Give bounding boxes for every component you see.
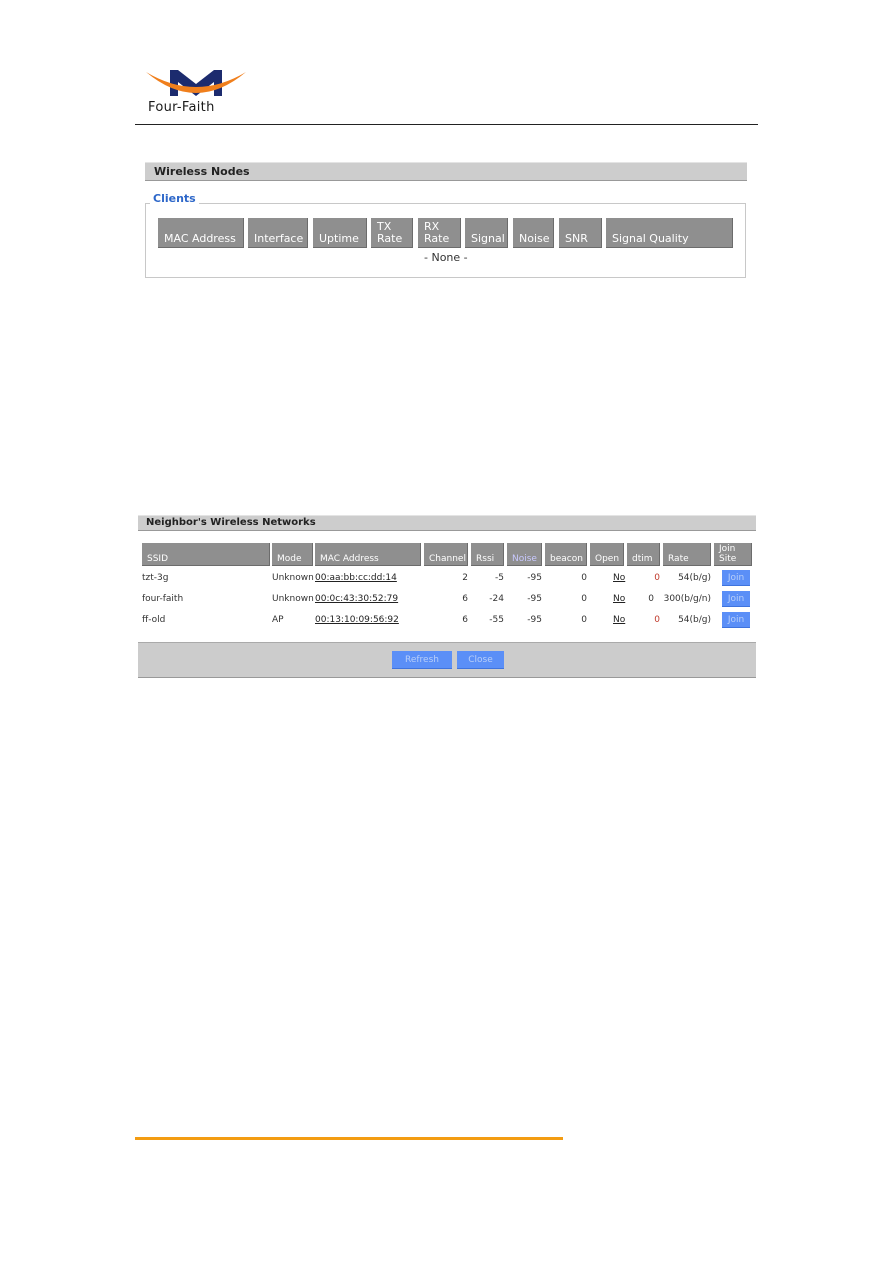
- header-line2: Rate: [668, 554, 689, 564]
- header-line2: SNR: [565, 232, 588, 245]
- header-line2: Interface: [254, 232, 304, 245]
- header-line2: SSID: [147, 554, 169, 564]
- clients-header-mac-address[interactable]: MAC Address: [158, 218, 244, 248]
- open-link[interactable]: No: [613, 614, 625, 626]
- beacon-cell: 0: [581, 615, 587, 625]
- channel-cell: 2: [462, 573, 468, 583]
- neighbors-header-open[interactable]: Open: [590, 543, 624, 566]
- channel-cell: 6: [462, 594, 468, 604]
- channel-cell: 6: [462, 615, 468, 625]
- neighbors-header-mode[interactable]: Mode: [272, 543, 313, 566]
- refresh-button[interactable]: Refresh: [392, 651, 452, 669]
- neighbor-networks-title: Neighbor's Wireless Networks: [138, 515, 756, 531]
- neighbors-header-rssi[interactable]: Rssi: [471, 543, 504, 566]
- join-site-button[interactable]: Join: [722, 591, 750, 607]
- header-divider: [135, 124, 758, 125]
- ssid-cell: four-faith: [142, 594, 184, 604]
- rssi-cell: -55: [489, 615, 504, 625]
- mode-cell: AP: [272, 615, 284, 625]
- mode-cell: Unknown: [272, 573, 314, 583]
- clients-header-uptime[interactable]: Uptime: [313, 218, 367, 248]
- noise-cell: -95: [527, 615, 542, 625]
- mac-address-link[interactable]: 00:0c:43:30:52:79: [315, 593, 398, 605]
- rate-cell: 54(b/g): [678, 573, 711, 583]
- close-button[interactable]: Close: [457, 651, 504, 669]
- clients-header-signal[interactable]: Signal: [465, 218, 508, 248]
- mac-address-link[interactable]: 00:13:10:09:56:92: [315, 614, 399, 626]
- mode-cell: Unknown: [272, 594, 314, 604]
- neighbors-header-join-site[interactable]: Join Site: [714, 543, 752, 566]
- dtim-cell: 0: [654, 615, 660, 625]
- header-line2: Open: [595, 554, 620, 564]
- header-line2: Rate: [424, 232, 450, 245]
- header-line2: Noise: [519, 232, 550, 245]
- wireless-nodes-title: Wireless Nodes: [145, 162, 747, 181]
- header-line2: Mode: [277, 554, 302, 564]
- brand-name: Four-Faith: [148, 100, 215, 115]
- header-line2: Channel: [429, 554, 466, 564]
- clients-header-snr[interactable]: SNR: [559, 218, 602, 248]
- header-line2: Noise: [512, 554, 537, 564]
- header-line2: Signal: [471, 232, 505, 245]
- beacon-cell: 0: [581, 594, 587, 604]
- header-line2: Rssi: [476, 554, 495, 564]
- mac-address-link[interactable]: 00:aa:bb:cc:dd:14: [315, 572, 397, 584]
- header-line2: MAC Address: [320, 554, 379, 564]
- join-site-button[interactable]: Join: [722, 570, 750, 586]
- clients-header-noise[interactable]: Noise: [513, 218, 554, 248]
- open-link[interactable]: No: [613, 572, 625, 584]
- dtim-cell: 0: [654, 573, 660, 583]
- header-line2: Signal Quality: [612, 232, 689, 245]
- footer-divider: [135, 1137, 563, 1140]
- header-line2: beacon: [550, 554, 583, 564]
- rate-cell: 300(b/g/n): [663, 594, 711, 604]
- header-line2: dtim: [632, 554, 653, 564]
- clients-header-signal-quality[interactable]: Signal Quality: [606, 218, 733, 248]
- clients-header-interface[interactable]: Interface: [248, 218, 308, 248]
- join-site-button[interactable]: Join: [722, 612, 750, 628]
- open-link[interactable]: No: [613, 593, 625, 605]
- header-line1: Join: [719, 544, 736, 554]
- neighbors-header-dtim[interactable]: dtim: [627, 543, 660, 566]
- rssi-cell: -5: [495, 573, 504, 583]
- neighbors-header-channel[interactable]: Channel: [424, 543, 468, 566]
- neighbors-header-ssid[interactable]: SSID: [142, 543, 270, 566]
- clients-legend: Clients: [150, 192, 199, 205]
- header-line2: Uptime: [319, 232, 359, 245]
- clients-header-rx-rate[interactable]: RX Rate: [418, 218, 461, 248]
- neighbors-header-beacon[interactable]: beacon: [545, 543, 587, 566]
- dtim-cell: 0: [648, 594, 654, 604]
- ssid-cell: ff-old: [142, 615, 166, 625]
- neighbors-header-noise[interactable]: Noise: [507, 543, 542, 566]
- header-line2: Rate: [377, 232, 403, 245]
- neighbors-header-rate[interactable]: Rate: [663, 543, 711, 566]
- rssi-cell: -24: [489, 594, 504, 604]
- noise-cell: -95: [527, 594, 542, 604]
- ssid-cell: tzt-3g: [142, 573, 169, 583]
- clients-empty-text: - None -: [424, 251, 468, 264]
- noise-cell: -95: [527, 573, 542, 583]
- rate-cell: 54(b/g): [678, 615, 711, 625]
- header-line2: Site: [719, 554, 737, 564]
- header-line2: MAC Address: [164, 232, 236, 245]
- clients-header-tx-rate[interactable]: TX Rate: [371, 218, 413, 248]
- beacon-cell: 0: [581, 573, 587, 583]
- neighbors-header-mac-address[interactable]: MAC Address: [315, 543, 421, 566]
